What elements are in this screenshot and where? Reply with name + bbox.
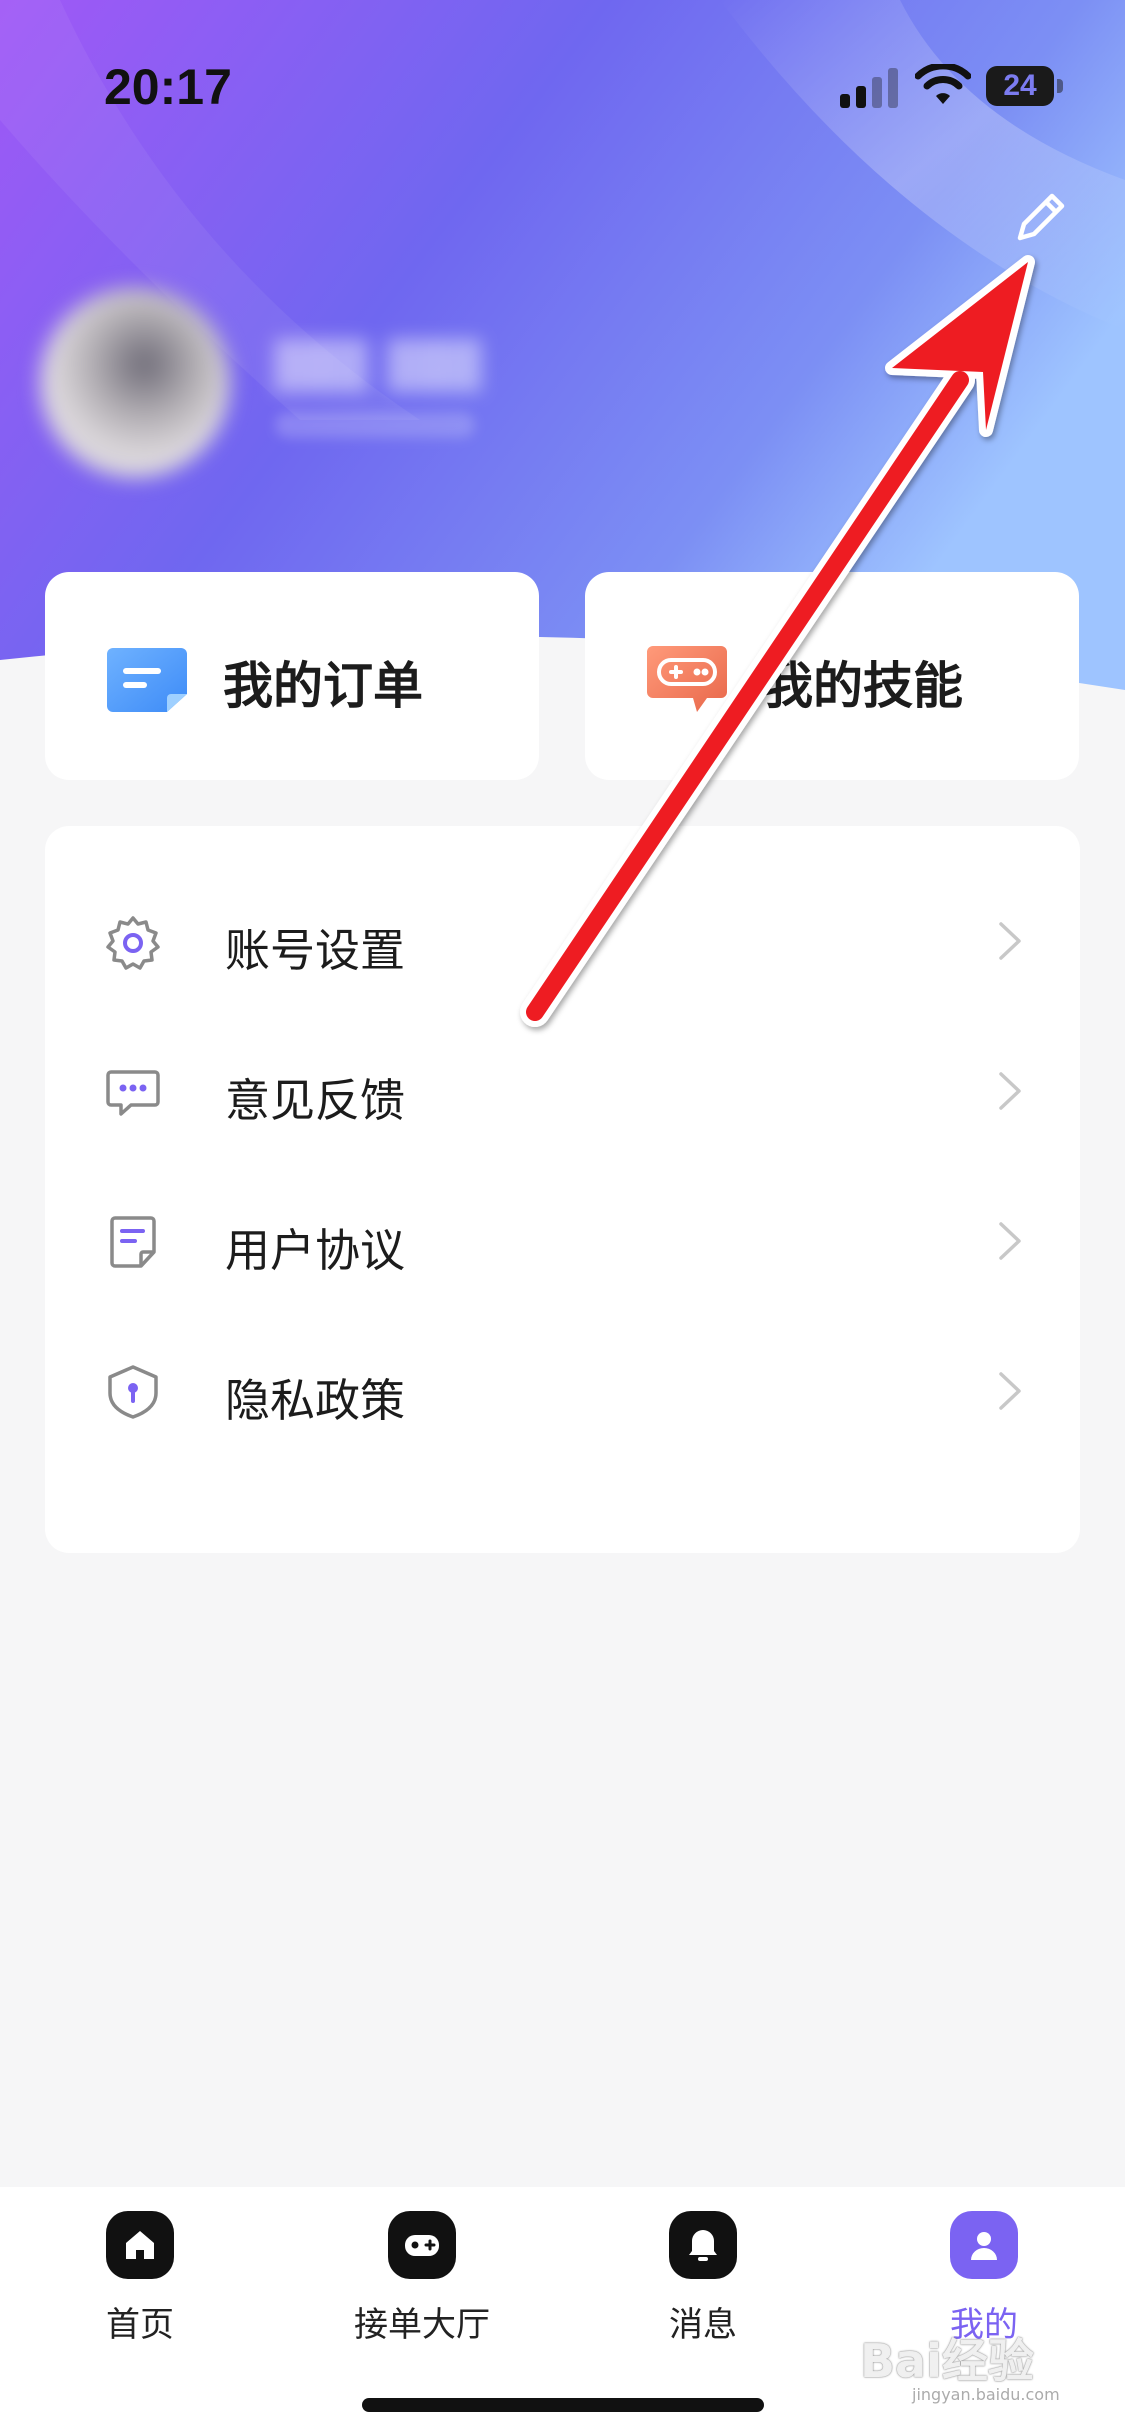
gear-icon (106, 916, 160, 970)
menu-label: 隐私政策 (225, 1374, 406, 1427)
battery-icon: 24 (986, 66, 1066, 106)
settings-menu: 账号设置 意见反馈 用户协议 隐私政策 (45, 826, 1080, 1553)
wifi-icon (915, 64, 971, 104)
username-blurred: ▆▆ ▆▆ (275, 322, 481, 392)
home-indicator (362, 2398, 764, 2412)
agreement-icon (110, 1216, 156, 1268)
tab-order-hall[interactable]: 接单大厅 (312, 2211, 532, 2361)
chevron-right-icon (999, 1222, 1021, 1260)
gamepad-icon (388, 2211, 456, 2279)
tab-home[interactable]: 首页 (30, 2211, 250, 2361)
status-time: 20:17 (104, 59, 232, 115)
battery-level: 24 (986, 66, 1054, 106)
status-bar: 20:17 24 (0, 0, 1125, 170)
order-icon (107, 648, 187, 712)
edit-profile-pencil-icon[interactable] (1010, 186, 1072, 248)
tab-label: 消息 (669, 2305, 737, 2345)
gamepad-icon (647, 646, 727, 712)
my-skills-card[interactable]: 我的技能 (585, 572, 1079, 780)
my-orders-label: 我的订单 (223, 657, 423, 715)
chevron-right-icon (999, 922, 1021, 960)
cellular-signal-icon (840, 68, 898, 108)
home-icon (106, 2211, 174, 2279)
chevron-right-icon (999, 1072, 1021, 1110)
privacy-shield-icon (108, 1365, 158, 1419)
my-orders-card[interactable]: 我的订单 (45, 572, 539, 780)
chevron-right-icon (999, 1372, 1021, 1410)
menu-item-feedback[interactable]: 意见反馈 (45, 1016, 1080, 1166)
feedback-icon (106, 1070, 160, 1116)
menu-label: 意见反馈 (225, 1074, 406, 1127)
tab-label: 首页 (106, 2305, 174, 2345)
menu-item-user-agreement[interactable]: 用户协议 (45, 1166, 1080, 1316)
my-skills-label: 我的技能 (763, 657, 963, 715)
bell-icon (669, 2211, 737, 2279)
watermark-logo: Bai经验 (860, 2334, 1034, 2388)
tab-messages[interactable]: 消息 (593, 2211, 813, 2361)
menu-label: 用户协议 (225, 1224, 406, 1277)
menu-item-privacy-policy[interactable]: 隐私政策 (45, 1316, 1080, 1466)
tab-label: 接单大厅 (354, 2305, 490, 2345)
user-icon (950, 2211, 1018, 2279)
menu-label: 账号设置 (225, 924, 406, 977)
avatar[interactable] (40, 288, 230, 478)
watermark-url: jingyan.baidu.com (912, 2385, 1060, 2404)
menu-item-account-settings[interactable]: 账号设置 (45, 866, 1080, 1016)
user-subtitle-blurred (275, 412, 475, 438)
